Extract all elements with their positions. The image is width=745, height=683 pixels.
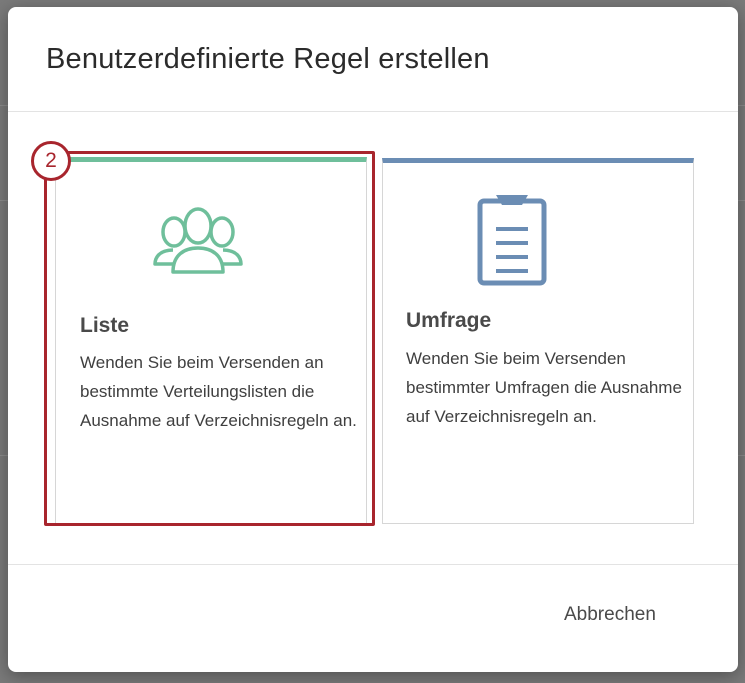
header-divider — [8, 111, 738, 112]
survey-card-description: Wenden Sie beim Versenden bestimmter Umf… — [406, 349, 682, 426]
survey-option-card[interactable]: Umfrage Wenden Sie beim Versenden bestim… — [382, 158, 694, 524]
footer-divider — [8, 564, 738, 565]
survey-card-title: Umfrage — [406, 309, 492, 332]
dialog-title: Benutzerdefinierte Regel erstellen — [46, 43, 490, 75]
step-highlight-frame — [44, 151, 375, 526]
step-number-badge: 2 — [31, 141, 71, 181]
clipboard-icon — [477, 195, 547, 286]
cancel-button[interactable]: Abbrechen — [564, 604, 656, 626]
create-rule-dialog: Benutzerdefinierte Regel erstellen Liste… — [8, 7, 738, 672]
